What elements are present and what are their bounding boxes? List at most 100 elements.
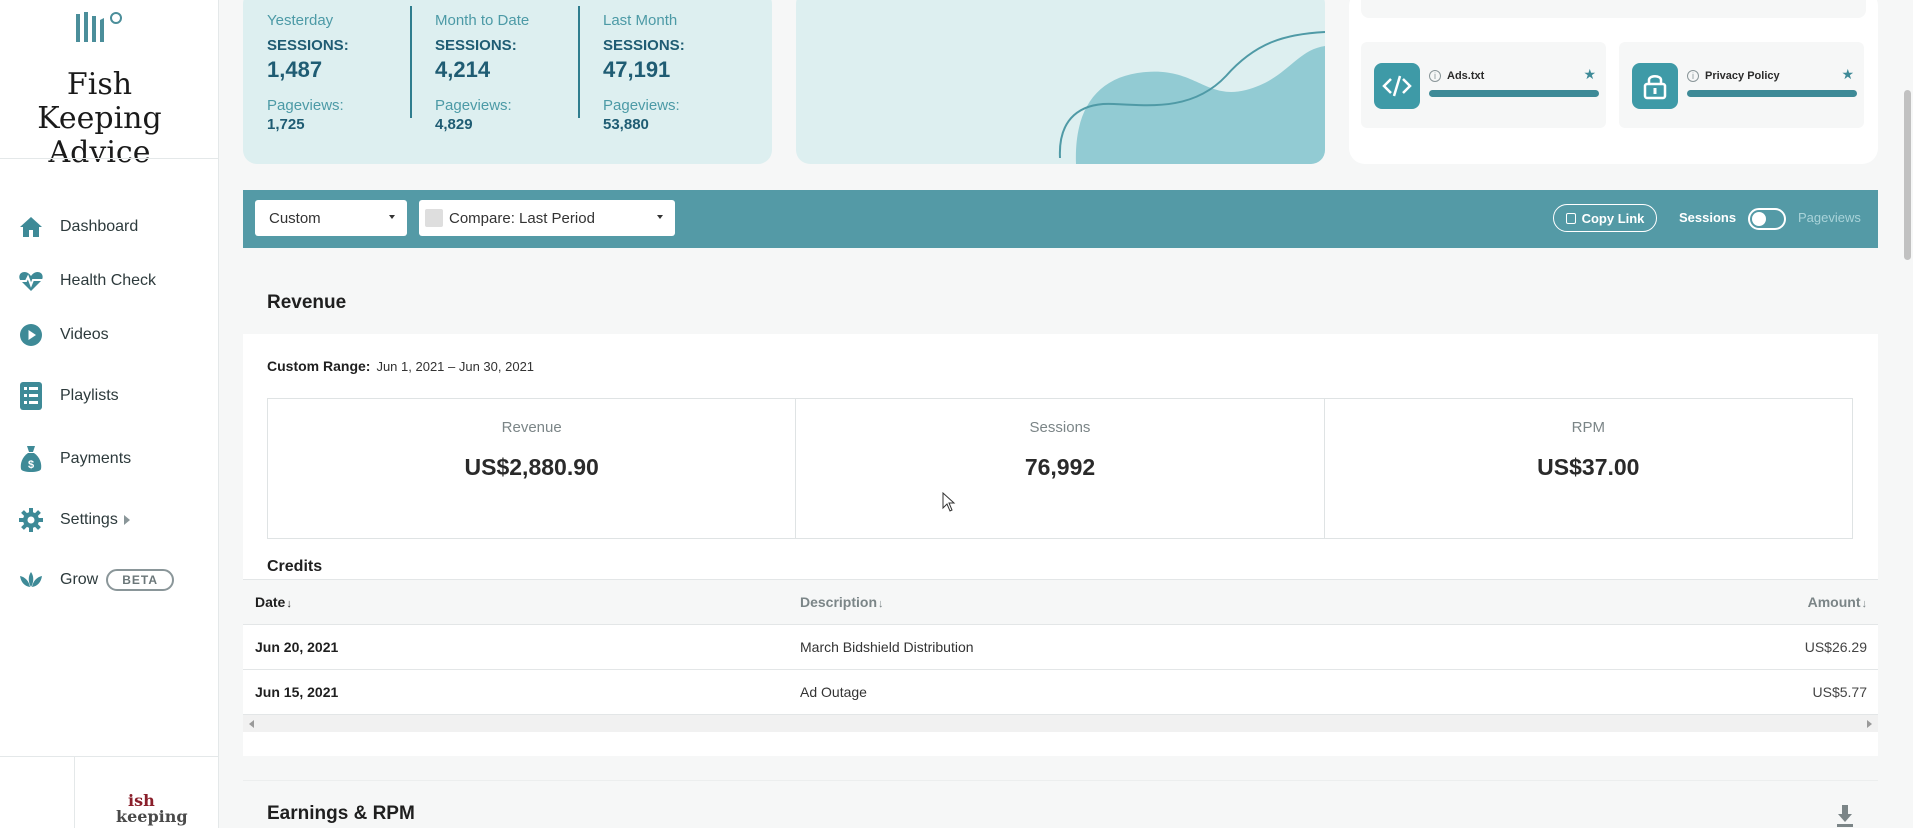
star-icon[interactable]: ★ bbox=[1583, 66, 1596, 83]
tool-tile-privacy-policy[interactable]: i Privacy Policy ★ bbox=[1619, 42, 1864, 128]
revenue-panel-header: Revenue bbox=[243, 272, 1878, 334]
stat-sessions-label: SESSIONS: bbox=[435, 37, 517, 54]
sort-down-icon: ↓ bbox=[1861, 598, 1868, 610]
kpi-value: US$37.00 bbox=[1537, 454, 1640, 480]
traffic-stats-card: Yesterday SESSIONS: 1,487 Pageviews: 1,7… bbox=[243, 0, 772, 164]
stat-pageviews-label: Pageviews: bbox=[435, 97, 512, 114]
code-icon bbox=[1374, 63, 1420, 109]
earnings-panel: Earnings & RPM bbox=[243, 780, 1878, 828]
sidebar-item-playlists[interactable]: Playlists bbox=[18, 379, 119, 413]
tool-progress-bar bbox=[1429, 90, 1599, 97]
column-header-description[interactable]: Description↓ bbox=[800, 594, 884, 610]
table-row: Jun 20, 2021 March Bidshield Distributio… bbox=[243, 624, 1878, 669]
info-icon[interactable]: i bbox=[1687, 70, 1699, 82]
sidebar-item-payments[interactable]: $ Payments bbox=[18, 442, 131, 476]
kpi-revenue: Revenue US$2,880.90 bbox=[268, 399, 797, 538]
column-header-label: Date bbox=[255, 594, 286, 610]
star-icon[interactable]: ★ bbox=[1841, 66, 1854, 83]
promo-wave-card bbox=[796, 0, 1325, 164]
compare-select[interactable]: Compare: Last Period bbox=[419, 200, 675, 236]
sidebar-item-label: Payments bbox=[60, 450, 132, 467]
sidebar-item-dashboard[interactable]: Dashboard bbox=[18, 210, 138, 244]
home-icon bbox=[18, 214, 44, 240]
scroll-right-icon[interactable] bbox=[1867, 720, 1872, 728]
revenue-title: Revenue bbox=[267, 292, 347, 313]
tool-progress-bar bbox=[1687, 90, 1857, 97]
money-bag-icon: $ bbox=[18, 446, 44, 472]
date-range-value: Custom bbox=[269, 209, 321, 227]
kpi-value: 76,992 bbox=[1024, 454, 1096, 480]
date-range-select[interactable]: Custom bbox=[255, 200, 407, 236]
pageviews-toggle-label: Pageviews bbox=[1798, 210, 1861, 225]
cell-description: Ad Outage bbox=[800, 684, 867, 700]
sidebar-item-label: Dashboard bbox=[60, 218, 139, 235]
stat-pageviews-label: Pageviews: bbox=[267, 97, 344, 114]
sidebar-item-grow[interactable]: Grow BETA bbox=[18, 563, 175, 597]
tools-top-strip bbox=[1361, 0, 1866, 18]
stat-pageviews-label: Pageviews: bbox=[603, 97, 680, 114]
tool-name-text: Ads.txt bbox=[1447, 70, 1485, 82]
revenue-kpis: Revenue US$2,880.90 Sessions 76,992 RPM … bbox=[267, 398, 1853, 539]
kpi-value: US$2,880.90 bbox=[464, 454, 599, 480]
site-tools-card: i Ads.txt ★ i Privacy Policy ★ bbox=[1349, 0, 1878, 164]
dropdown-caret-icon bbox=[657, 215, 663, 219]
sidebar-item-health-check[interactable]: Health Check bbox=[18, 264, 156, 298]
filter-bar: Custom Compare: Last Period Copy Link Se… bbox=[243, 190, 1878, 248]
stat-sessions-label: SESSIONS: bbox=[603, 37, 685, 54]
column-header-date[interactable]: Date↓ bbox=[255, 594, 292, 610]
mouse-pointer-icon bbox=[942, 492, 956, 512]
stat-period: Month to Date bbox=[435, 12, 530, 29]
table-horizontal-scrollbar[interactable] bbox=[243, 714, 1878, 732]
column-header-amount[interactable]: Amount↓ bbox=[1808, 594, 1867, 610]
info-icon[interactable]: i bbox=[1429, 70, 1441, 82]
beta-badge: BETA bbox=[106, 569, 175, 591]
sidebar-item-label: Health Check bbox=[60, 272, 157, 289]
sidebar: Fish Keeping Advice Dashboard Health Che… bbox=[0, 0, 219, 828]
custom-range-row: Custom Range: Jun 1, 2021 – Jun 30, 2021 bbox=[267, 358, 534, 374]
tool-name: i Privacy Policy bbox=[1687, 70, 1780, 82]
brand-logo-icon[interactable] bbox=[74, 8, 126, 46]
stat-month-to-date: Month to Date SESSIONS: 4,214 Pageviews:… bbox=[435, 12, 595, 133]
earnings-title: Earnings & RPM bbox=[267, 803, 415, 824]
sidebar-item-videos[interactable]: Videos bbox=[18, 318, 109, 352]
copy-link-button[interactable]: Copy Link bbox=[1553, 204, 1657, 232]
partner-logo[interactable]: ish keeping bbox=[116, 793, 188, 828]
custom-range-value: Jun 1, 2021 – Jun 30, 2021 bbox=[376, 359, 535, 374]
page-vertical-scrollbar[interactable] bbox=[1904, 90, 1911, 260]
revenue-panel: Revenue Custom Range: Jun 1, 2021 – Jun … bbox=[243, 272, 1878, 756]
sidebar-item-label: Settings bbox=[60, 511, 118, 528]
table-header-row: Date↓ Description↓ Amount↓ bbox=[243, 579, 1878, 624]
partner-logo-line2: keeping bbox=[116, 807, 188, 826]
play-circle-icon bbox=[18, 322, 44, 348]
caret-right-icon bbox=[123, 515, 130, 525]
sidebar-item-settings[interactable]: Settings bbox=[18, 503, 130, 537]
footer-divider bbox=[74, 757, 75, 828]
toggle-knob bbox=[1752, 212, 1766, 226]
list-icon bbox=[18, 382, 44, 410]
kpi-sessions: Sessions 76,992 bbox=[796, 399, 1325, 538]
column-header-label: Description bbox=[800, 594, 878, 610]
stat-sessions-value: 1,487 bbox=[267, 57, 323, 82]
cell-date: Jun 20, 2021 bbox=[255, 639, 339, 655]
sidebar-item-label: Videos bbox=[60, 326, 109, 343]
sessions-pageviews-toggle[interactable] bbox=[1748, 208, 1786, 230]
wave-illustration bbox=[1058, 31, 1325, 164]
copy-link-label: Copy Link bbox=[1581, 210, 1645, 226]
stat-pageviews-value: 1,725 bbox=[267, 116, 305, 133]
cell-description: March Bidshield Distribution bbox=[800, 639, 974, 655]
lock-icon bbox=[1632, 63, 1678, 109]
sidebar-divider bbox=[0, 158, 219, 159]
dropdown-caret-icon bbox=[389, 215, 395, 219]
sidebar-item-label: Grow bbox=[60, 571, 99, 588]
download-icon[interactable] bbox=[1836, 805, 1854, 827]
cell-amount: US$5.77 bbox=[1812, 684, 1867, 700]
scroll-left-icon[interactable] bbox=[249, 720, 254, 728]
tool-tile-ads-txt[interactable]: i Ads.txt ★ bbox=[1361, 42, 1606, 128]
gear-icon bbox=[18, 507, 44, 533]
stat-sessions-value: 4,214 bbox=[435, 57, 491, 82]
stat-period: Last Month bbox=[603, 12, 678, 29]
stat-last-month: Last Month SESSIONS: 47,191 Pageviews: 5… bbox=[603, 12, 763, 133]
heart-pulse-icon bbox=[18, 268, 44, 294]
custom-range-label: Custom Range: bbox=[267, 358, 371, 374]
compare-color-swatch bbox=[425, 209, 443, 227]
